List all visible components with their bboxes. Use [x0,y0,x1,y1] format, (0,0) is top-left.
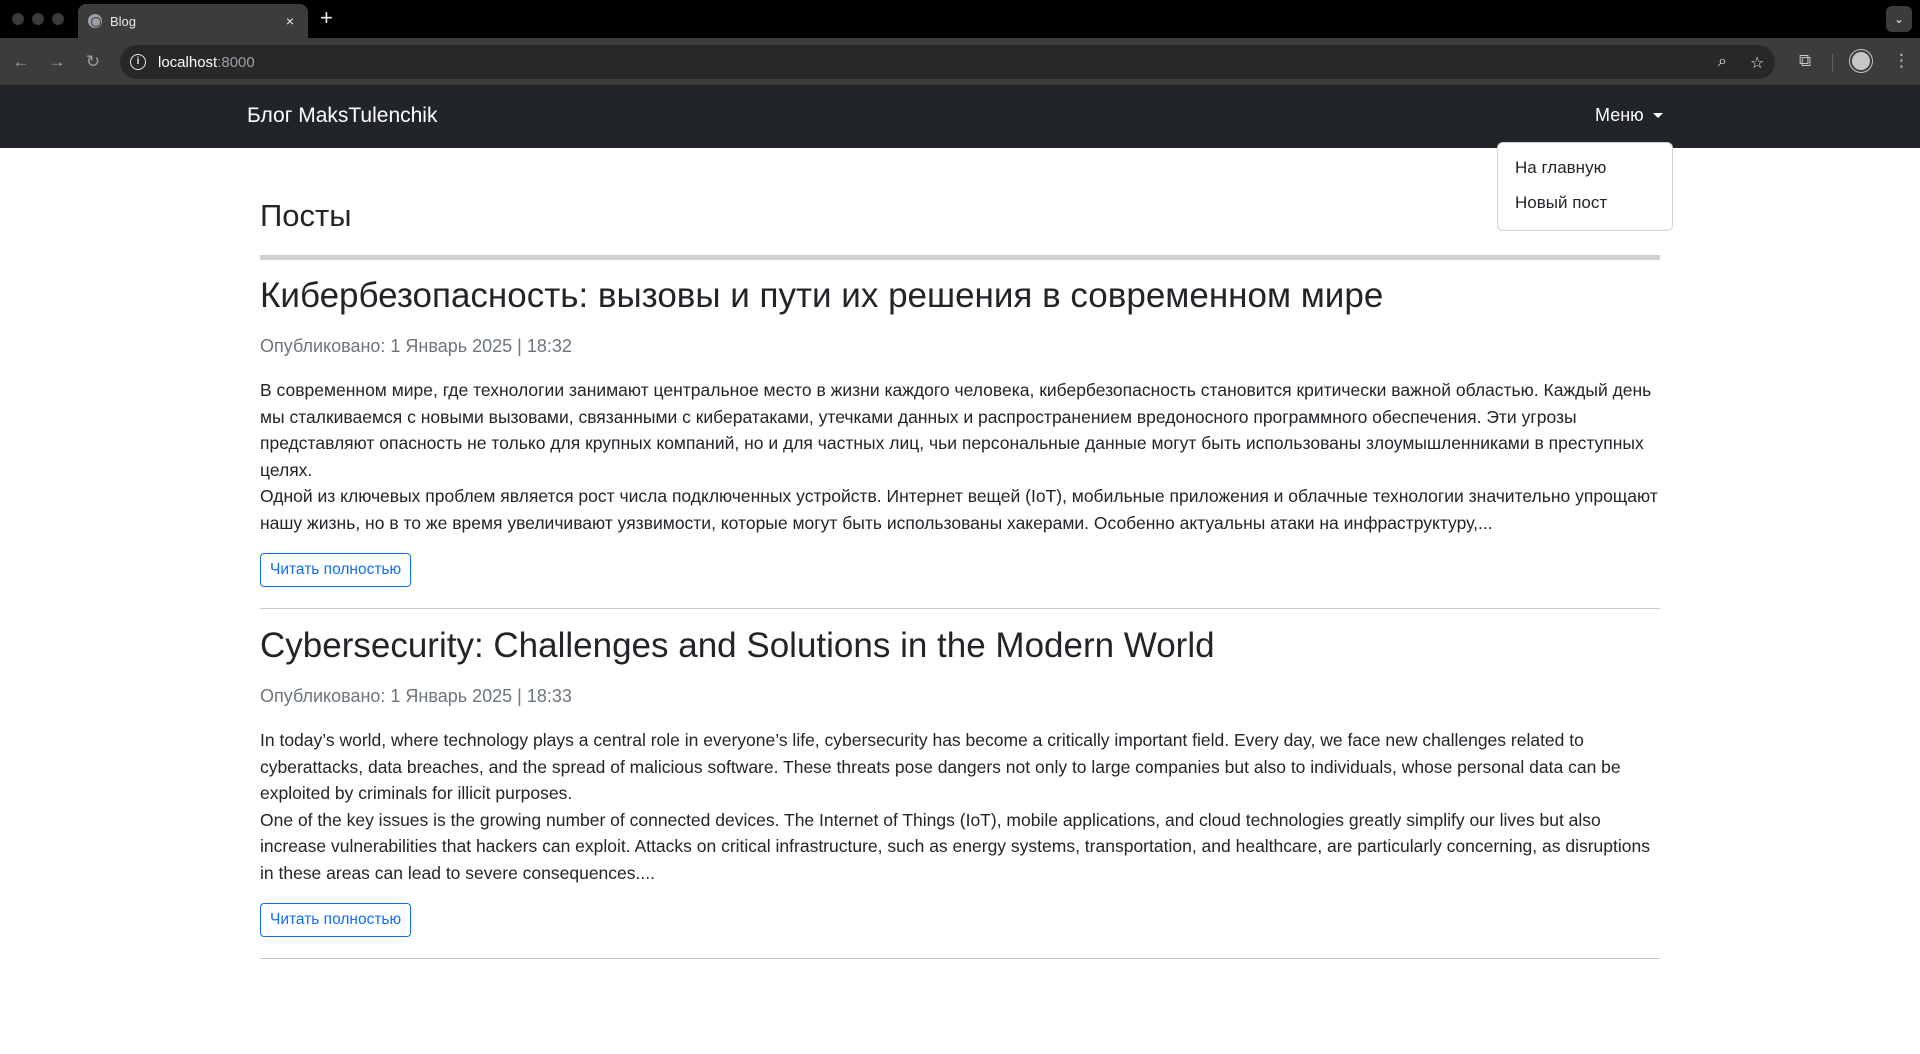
tab-title: Blog [110,13,137,29]
bookmark-star-icon[interactable]: ☆ [1750,53,1764,73]
read-more-button[interactable]: Читать полностью [260,553,412,587]
extensions-icon[interactable]: ⧉ [1799,51,1811,71]
post-card: Cybersecurity: Challenges and Solutions … [260,625,1660,937]
page-title: Посты [260,198,352,233]
browser-tab-strip: Blog × + ⌄ [0,0,1920,38]
dropdown-item-home[interactable]: На главную [1498,151,1672,186]
post-title[interactable]: Cybersecurity: Challenges and Solutions … [260,625,1660,667]
back-arrow-icon[interactable]: ← [9,50,33,74]
reload-icon[interactable]: ↻ [81,50,105,74]
dropdown-item-new-post[interactable]: Новый пост [1498,186,1672,221]
window-minimize-dot[interactable] [32,13,44,25]
globe-icon [88,14,102,28]
post-divider [260,608,1660,609]
post-excerpt: В современном мире, где технологии заним… [260,377,1660,536]
new-tab-button[interactable]: + [320,6,333,30]
tab-search-icon[interactable]: ⌄ [1886,6,1912,32]
site-navbar: Блог MaksTulenchik Меню [0,86,1920,148]
post-title[interactable]: Кибербезопасность: вызовы и пути их реше… [260,275,1660,317]
browser-tab[interactable]: Blog × [78,4,308,38]
read-more-button[interactable]: Читать полностью [260,903,412,937]
menu-dropdown: На главную Новый пост [1497,142,1673,231]
forward-arrow-icon[interactable]: → [45,50,69,74]
post-card: Кибербезопасность: вызовы и пути их реше… [260,275,1660,587]
toolbar-divider [1832,54,1833,72]
address-bar[interactable]: i localhost:8000 ⌕ ☆ [120,45,1775,79]
caret-down-icon [1652,113,1663,118]
post-meta: Опубликовано: 1 Январь 2025 | 18:32 [260,336,572,356]
menu-dropdown-toggle[interactable]: Меню [1595,105,1663,126]
browser-toolbar: ← → ↻ i localhost:8000 ⌕ ☆ ⧉ ⋮ [0,38,1920,86]
title-divider [260,255,1660,260]
post-meta: Опубликовано: 1 Январь 2025 | 18:33 [260,686,572,706]
window-zoom-dot[interactable] [52,13,64,25]
menu-label: Меню [1595,105,1644,125]
url-host: localhost [158,53,218,71]
post-excerpt: In today’s world, where technology plays… [260,727,1660,886]
tab-close-icon[interactable]: × [282,13,298,29]
post-paragraph: Одной из ключевых проблем является рост … [260,486,1658,533]
window-close-dot[interactable] [12,13,24,25]
post-paragraph: In today’s world, where technology plays… [260,730,1621,803]
post-divider [260,958,1660,959]
site-info-icon[interactable]: i [130,54,146,70]
url-port: :8000 [217,53,255,71]
post-paragraph: В современном мире, где технологии заним… [260,380,1652,480]
zoom-icon[interactable]: ⌕ [1718,53,1727,71]
more-menu-icon[interactable]: ⋮ [1893,51,1910,71]
navbar-brand[interactable]: Блог MaksTulenchik [247,104,437,128]
post-paragraph: One of the key issues is the growing num… [260,809,1650,883]
profile-icon[interactable] [1850,50,1872,72]
